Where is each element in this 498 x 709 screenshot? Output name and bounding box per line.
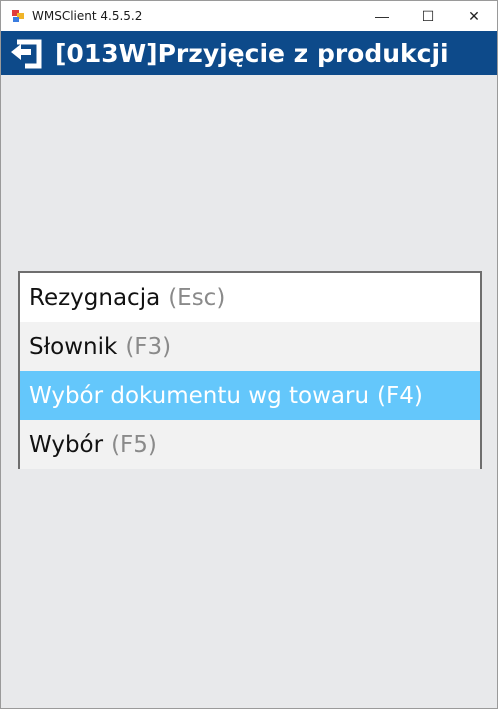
action-menu: Rezygnacja (Esc) Słownik (F3) Wybór doku… (18, 271, 482, 469)
menu-item-shortcut: (F3) (125, 333, 172, 360)
page-title: [013W]Przyjęcie z produkcji (55, 39, 449, 68)
back-arrow-icon[interactable] (9, 36, 45, 70)
maximize-button[interactable]: ☐ (405, 1, 451, 31)
window-titlebar[interactable]: WMSClient 4.5.5.2 — ☐ ✕ (1, 1, 497, 31)
page-header: [013W]Przyjęcie z produkcji (1, 31, 497, 75)
menu-item-label: Wybór (29, 431, 104, 458)
app-window: WMSClient 4.5.5.2 — ☐ ✕ [013W]Przyjęcie … (0, 0, 498, 709)
minimize-icon: — (375, 8, 389, 24)
close-button[interactable]: ✕ (451, 1, 497, 31)
menu-item-wybor[interactable]: Wybór (F5) (20, 420, 480, 469)
menu-item-shortcut: (Esc) (168, 284, 226, 311)
menu-item-label: Słownik (29, 333, 118, 360)
menu-item-wybor-dokumentu[interactable]: Wybór dokumentu wg towaru (F4) (20, 371, 480, 420)
menu-item-rezygnacja[interactable]: Rezygnacja (Esc) (20, 273, 480, 322)
maximize-icon: ☐ (421, 7, 435, 24)
menu-item-shortcut: (F4) (377, 382, 423, 409)
menu-item-label: Wybór dokumentu wg towaru (29, 382, 370, 409)
menu-item-label: Rezygnacja (29, 284, 161, 311)
minimize-button[interactable]: — (359, 1, 405, 31)
menu-item-slownik[interactable]: Słownik (F3) (20, 322, 480, 371)
close-icon: ✕ (468, 7, 480, 24)
app-icon (11, 9, 25, 23)
menu-item-shortcut: (F5) (111, 431, 157, 458)
window-title: WMSClient 4.5.5.2 (32, 9, 143, 23)
